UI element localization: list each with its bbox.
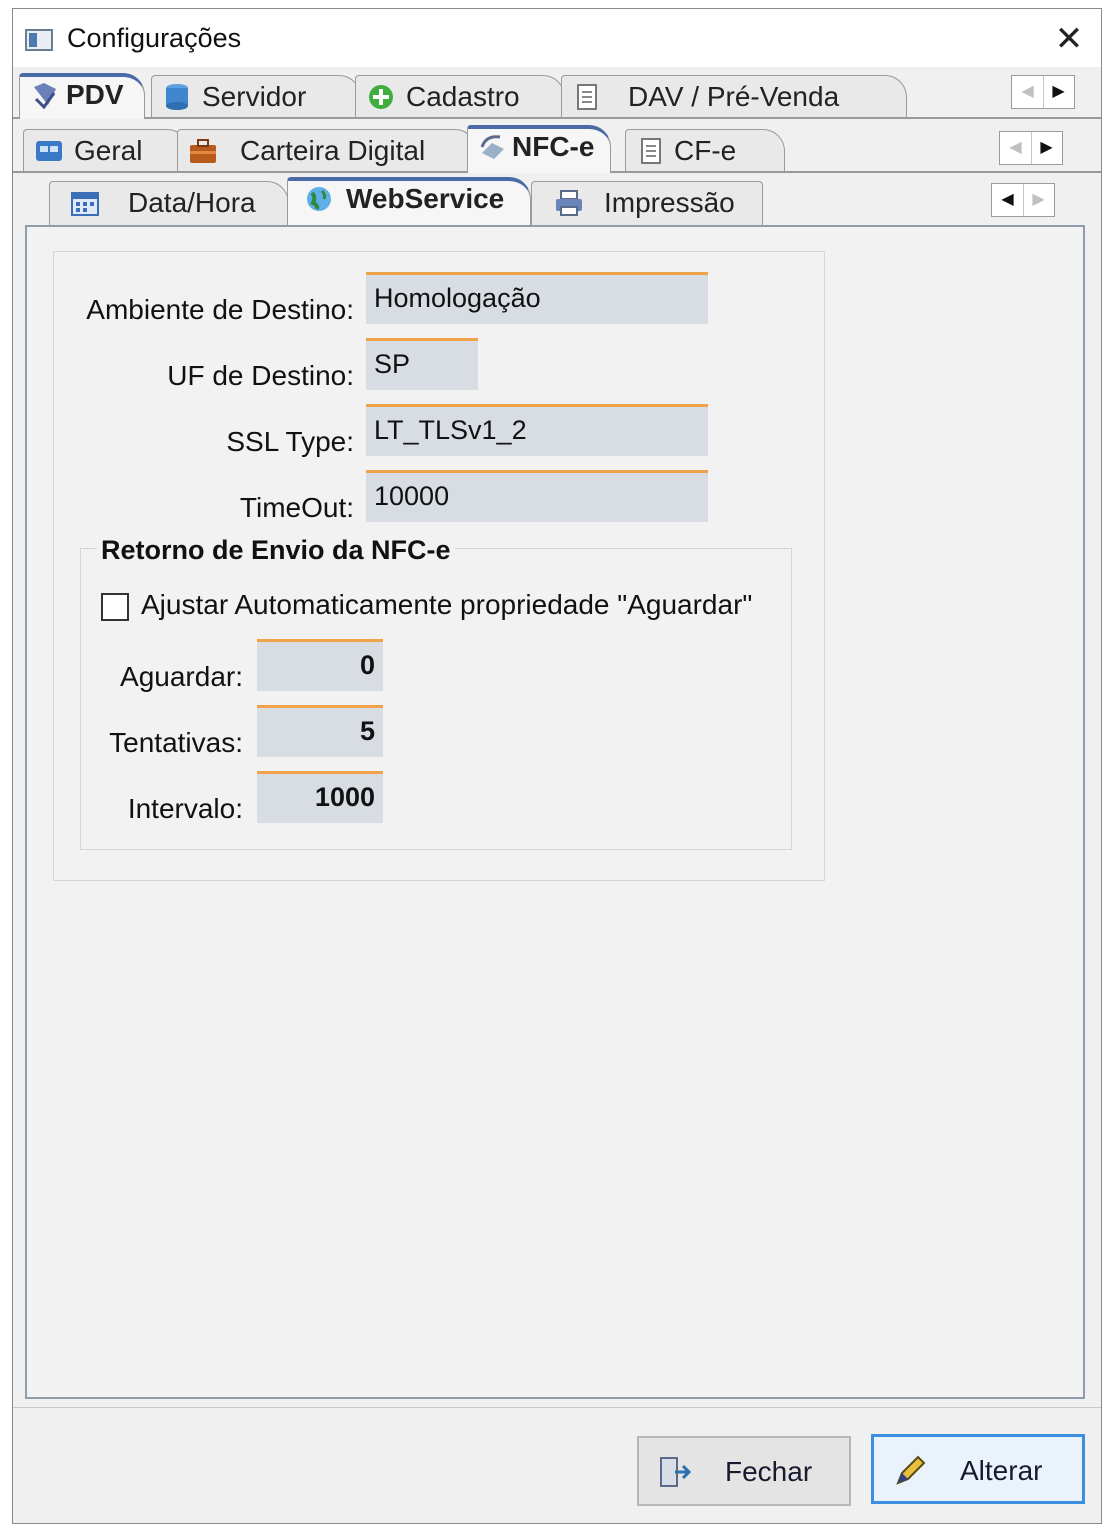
exit-door-icon — [660, 1457, 692, 1487]
alterar-button[interactable]: Alterar — [871, 1434, 1085, 1504]
tab-cf-e[interactable]: CF-e — [625, 129, 785, 171]
scroll-right-button[interactable]: ▶ — [1023, 184, 1054, 216]
configuracoes-window: Configurações ✕ PDV Servidor Cadastro DA… — [12, 8, 1102, 1524]
tentativas-label: Tentativas: — [109, 727, 243, 758]
uf-label: UF de Destino: — [167, 360, 354, 391]
close-button[interactable]: ✕ — [1047, 19, 1091, 59]
tab-cadastro[interactable]: Cadastro — [355, 75, 565, 117]
fechar-label: Fechar — [725, 1456, 813, 1487]
intervalo-field[interactable]: 1000 — [257, 771, 383, 823]
ssl-type-field[interactable]: LT_TLSv1_2 — [366, 404, 708, 456]
tab-divider — [13, 117, 1101, 119]
ssl-type-label: SSL Type: — [226, 426, 354, 457]
ambiente-destino-field[interactable]: Homologação — [366, 272, 708, 324]
button-bar: Fechar Alterar — [13, 1407, 1101, 1523]
printer-icon — [556, 190, 582, 216]
add-circle-icon — [369, 85, 393, 109]
tab-webservice[interactable]: WebService — [287, 177, 531, 225]
retorno-envio-title: Retorno de Envio da NFC-e — [97, 535, 455, 566]
alterar-label: Alterar — [960, 1455, 1043, 1486]
database-icon — [166, 84, 188, 110]
tab-servidor[interactable]: Servidor — [151, 75, 361, 117]
nfce-icon — [480, 135, 504, 159]
tab-pdv[interactable]: PDV — [19, 73, 145, 119]
globe-icon — [307, 187, 331, 211]
webservice-settings-group: Ambiente de Destino: Homologação UF de D… — [53, 251, 825, 881]
document-icon — [641, 138, 661, 164]
pdv-icon — [34, 83, 56, 109]
tab-dav-pre-venda[interactable]: DAV / Pré-Venda — [561, 75, 907, 117]
tabrow-pdv: Geral Carteira Digital NFC-e CF-e ◀ ▶ — [13, 121, 1101, 173]
timeout-label: TimeOut: — [239, 492, 354, 523]
title-bar: Configurações ✕ — [13, 9, 1101, 67]
tab-data-hora[interactable]: Data/Hora — [49, 181, 289, 225]
tabrow-main-scroll: ◀ ▶ — [1011, 75, 1075, 109]
aguardar-field[interactable]: 0 — [257, 639, 383, 691]
pencil-icon — [896, 1455, 926, 1485]
document-icon — [577, 84, 597, 110]
ajustar-automaticamente-label[interactable]: Ajustar Automaticamente propriedade "Agu… — [141, 589, 752, 621]
scroll-right-button[interactable]: ▶ — [1043, 76, 1074, 108]
uf-destino-field[interactable]: SP — [366, 338, 478, 390]
retorno-envio-group: Retorno de Envio da NFC-e Ajustar Automa… — [80, 535, 792, 850]
webservice-panel: Ambiente de Destino: Homologação UF de D… — [25, 225, 1085, 1399]
tabrow-nfce-scroll: ◀ ▶ — [991, 183, 1055, 217]
fechar-button[interactable]: Fechar — [637, 1436, 851, 1506]
general-icon — [36, 141, 62, 161]
calendar-icon — [71, 192, 99, 216]
scroll-left-button[interactable]: ◀ — [1012, 76, 1044, 108]
tabrow-main: PDV Servidor Cadastro DAV / Pré-Venda ◀ … — [13, 69, 1101, 119]
app-window-icon — [25, 29, 53, 51]
ajustar-automaticamente-checkbox[interactable] — [101, 593, 129, 621]
window-title: Configurações — [67, 23, 242, 53]
tab-impressao[interactable]: Impressão — [531, 181, 763, 225]
tab-carteira-digital[interactable]: Carteira Digital — [177, 129, 477, 171]
tabrow-pdv-scroll: ◀ ▶ — [999, 131, 1063, 165]
scroll-left-button[interactable]: ◀ — [1000, 132, 1032, 164]
tentativas-field[interactable]: 5 — [257, 705, 383, 757]
tabrow-nfce: Data/Hora WebService Impressão ◀ ▶ — [13, 173, 1101, 225]
scroll-right-button[interactable]: ▶ — [1031, 132, 1062, 164]
tab-nfce[interactable]: NFC-e — [467, 125, 611, 173]
scroll-left-button[interactable]: ◀ — [992, 184, 1024, 216]
briefcase-icon — [190, 139, 216, 163]
ambiente-label: Ambiente de Destino: — [86, 294, 354, 325]
intervalo-label: Intervalo: — [127, 793, 243, 824]
tab-geral[interactable]: Geral — [23, 129, 189, 171]
timeout-field[interactable]: 10000 — [366, 470, 708, 522]
aguardar-label: Aguardar: — [120, 661, 243, 692]
